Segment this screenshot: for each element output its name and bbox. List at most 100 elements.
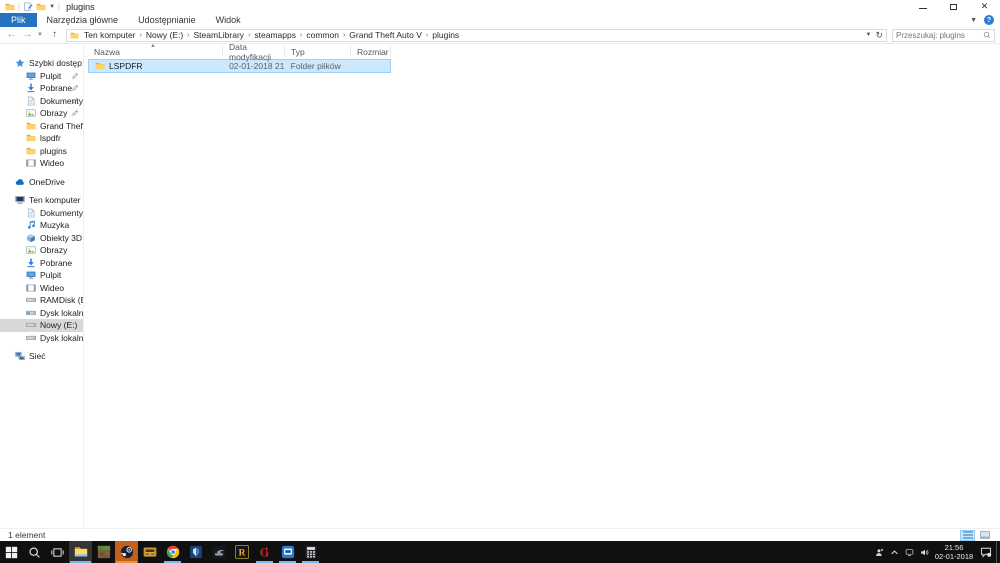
sidebar-item-obrazy[interactable]: Obrazy	[0, 244, 83, 257]
task-view-button[interactable]	[46, 541, 69, 563]
expand-ribbon-chevron-icon[interactable]: ▼	[970, 17, 977, 24]
minimize-icon	[918, 4, 927, 9]
drive-windows-icon	[26, 308, 36, 318]
large-icons-view-button[interactable]	[977, 530, 992, 541]
tab-widok[interactable]: Widok	[206, 13, 251, 27]
column-header-type[interactable]: Typ	[285, 46, 351, 57]
sidebar-item-dysk-lokalny-g-[interactable]: Dysk lokalny (G:)	[0, 332, 83, 345]
file-explorer-button[interactable]	[69, 541, 92, 563]
sidebar-item-nowy-e-[interactable]: Nowy (E:)	[0, 319, 83, 332]
search-input[interactable]	[896, 30, 983, 40]
sidebar-item-dokumenty[interactable]: Dokumenty	[0, 207, 83, 220]
sidebar-item-pulpit[interactable]: Pulpit	[0, 269, 83, 282]
network-tray-icon[interactable]	[902, 541, 917, 563]
close-icon: ✕	[980, 1, 989, 11]
sidebar-item-ten-komputer[interactable]: Ten komputer	[0, 194, 83, 207]
file-modified-cell: 02-01-2018 21:04	[229, 61, 285, 71]
breadcrumb-item[interactable]: Nowy (E:)	[144, 30, 185, 40]
sidebar-item-pulpit[interactable]: Pulpit	[0, 70, 83, 83]
rage-plugin-hook-button[interactable]: R	[230, 541, 253, 563]
breadcrumb-item[interactable]: common	[304, 30, 341, 40]
sidebar-item-obrazy[interactable]: Obrazy	[0, 107, 83, 120]
hidden-icons-chevron-icon[interactable]	[887, 541, 902, 563]
world-of-tanks-button[interactable]	[207, 541, 230, 563]
column-header-date[interactable]: Data modyfikacji	[223, 42, 285, 62]
sidebar-item-grand-theft-auto-v[interactable]: Grand Theft Auto V	[0, 120, 83, 133]
close-button[interactable]: ✕	[969, 0, 1000, 13]
view-toggles	[960, 529, 992, 541]
download-icon	[26, 83, 36, 93]
gta-money-app-button[interactable]: G	[253, 541, 276, 563]
up-button[interactable]: ↑	[48, 30, 61, 40]
tab-narzędzia-główne[interactable]: Narzędzia główne	[37, 13, 129, 27]
start-icon	[5, 546, 18, 559]
customize-qat-chevron-icon[interactable]: ▼	[49, 4, 55, 10]
maximize-button[interactable]	[938, 0, 969, 13]
breadcrumb-item[interactable]: Grand Theft Auto V	[347, 30, 424, 40]
show-desktop-button[interactable]	[996, 541, 1000, 563]
sidebar-item-wideo[interactable]: Wideo	[0, 282, 83, 295]
breadcrumb-item[interactable]: SteamLibrary	[192, 30, 247, 40]
breadcrumb-item[interactable]: Ten komputer	[82, 30, 138, 40]
explorer-window: | ▼ | plugins ✕ Plik Narzędzia główne Udo…	[0, 0, 1000, 541]
recent-locations-chevron-icon[interactable]: ▼	[37, 32, 45, 38]
sidebar-item-ramdisk-b-[interactable]: RAMDisk (B:)	[0, 294, 83, 307]
steam-button[interactable]	[115, 541, 138, 563]
calculator-button[interactable]	[299, 541, 322, 563]
breadcrumb-item[interactable]: steamapps	[252, 30, 298, 40]
pin-icon	[71, 97, 79, 105]
sidebar-item-plugins[interactable]: plugins	[0, 145, 83, 158]
sidebar-item-lspdfr[interactable]: lspdfr	[0, 132, 83, 145]
breadcrumb-item[interactable]: plugins	[430, 30, 461, 40]
help-icon[interactable]: ?	[984, 15, 994, 25]
details-view-button[interactable]	[960, 529, 975, 541]
status-bar: 1 element	[0, 528, 1000, 541]
tab-file[interactable]: Plik	[0, 13, 37, 27]
objects3d-icon	[26, 233, 36, 243]
tab-udostępnianie[interactable]: Udostępnianie	[128, 13, 206, 27]
file-type-cell: Folder plików	[290, 61, 341, 71]
taskbar-apps: RG	[0, 541, 322, 563]
sidebar-item-label: Dysk lokalny (C:)	[40, 307, 83, 318]
sidebar-item-pobrane[interactable]: Pobrane	[0, 257, 83, 270]
column-header-name[interactable]: Nazwa	[88, 46, 223, 57]
drive-icon	[26, 295, 36, 305]
properties-icon[interactable]	[23, 2, 33, 12]
forward-button[interactable]: →	[21, 30, 34, 40]
minecraft-button[interactable]	[92, 541, 115, 563]
taskbar-search-button[interactable]	[23, 541, 46, 563]
gold-toolbox-app-button[interactable]	[138, 541, 161, 563]
network-icon	[15, 351, 25, 361]
sidebar-item-onedrive[interactable]: OneDrive	[0, 176, 83, 189]
taskbar-clock[interactable]: 21:56 02-01-2018	[932, 543, 976, 561]
sidebar-item-label: OneDrive	[29, 176, 65, 187]
sidebar-item-dokumenty[interactable]: Dokumenty	[0, 95, 83, 108]
explorer-logo-icon	[5, 2, 15, 12]
gold-toolbox-icon	[142, 545, 157, 559]
quick-access-toolbar: | ▼ |	[0, 2, 60, 12]
blue-window-app-button[interactable]	[276, 541, 299, 563]
sidebar-item-pobrane[interactable]: Pobrane	[0, 82, 83, 95]
sidebar-item-dysk-lokalny-c-[interactable]: Dysk lokalny (C:)	[0, 307, 83, 320]
sidebar-item-wideo[interactable]: Wideo	[0, 157, 83, 170]
sidebar-item-obiekty-3d[interactable]: Obiekty 3D	[0, 232, 83, 245]
address-dropdown-chevron-icon[interactable]: ▼	[866, 32, 872, 38]
new-folder-icon[interactable]	[36, 2, 46, 12]
tray-input-indicator-icon[interactable]	[872, 541, 887, 563]
folder-icon	[26, 146, 36, 156]
refresh-icon[interactable]: ↻	[875, 30, 883, 40]
minimize-button[interactable]	[907, 0, 938, 13]
title-bar: | ▼ | plugins ✕	[0, 0, 1000, 13]
blue-game-app-button[interactable]	[184, 541, 207, 563]
start-button[interactable]	[0, 541, 23, 563]
volume-tray-icon[interactable]	[917, 541, 932, 563]
sidebar-item-muzyka[interactable]: Muzyka	[0, 219, 83, 232]
back-button[interactable]: ←	[5, 30, 18, 40]
column-header-size[interactable]: Rozmiar	[351, 46, 391, 57]
address-bar[interactable]: Ten komputer › Nowy (E:) › SteamLibrary › stea…	[66, 28, 887, 42]
pin-icon	[71, 72, 79, 80]
action-center-button[interactable]	[976, 541, 996, 563]
sidebar-item-sie-[interactable]: Sieć	[0, 350, 83, 363]
sidebar-item-szybki-dost-p[interactable]: Szybki dostęp	[0, 57, 83, 70]
chrome-button[interactable]	[161, 541, 184, 563]
